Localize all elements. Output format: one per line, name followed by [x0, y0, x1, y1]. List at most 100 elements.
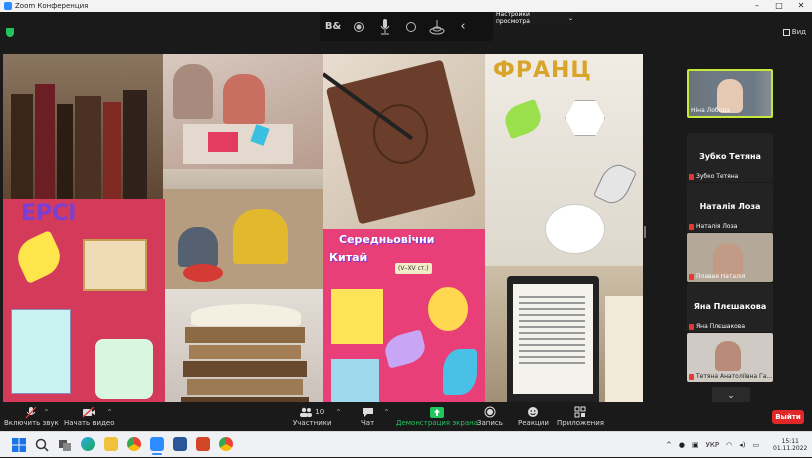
maximize-button[interactable]: □	[768, 0, 790, 12]
window-title: Zoom Конференция	[15, 2, 89, 10]
poster-title: ФРАНЦ	[493, 58, 592, 83]
task-view-icon[interactable]	[58, 437, 72, 451]
mythology-banner-text: ЕРСІ	[21, 201, 77, 226]
audio-options-caret[interactable]: ^	[44, 409, 49, 416]
circle-option-icon[interactable]	[398, 12, 424, 41]
participant-tile[interactable]: Зубко Тетяна Зубко Тетяна	[687, 133, 773, 182]
search-icon[interactable]	[35, 437, 49, 452]
chrome-profile-icon[interactable]	[219, 437, 233, 451]
tray-microphone-icon[interactable]: ●	[679, 441, 685, 449]
participant-tile[interactable]: Тетяна Анатоліївна Га...	[687, 333, 773, 382]
meeting-controls-bar: Включить звук ^ Начать видео ^ 10 Участн…	[0, 402, 812, 431]
participant-name-label: Яна Плєшакова	[689, 323, 745, 330]
shared-screen: ФРАНЦ ЕРСІ Середньовічни Китай (V–XV ст.…	[3, 54, 643, 412]
participant-display-name: Зубко Тетяна	[699, 152, 761, 161]
participants-button[interactable]: 10 Участники	[293, 405, 332, 427]
view-options-dropdown[interactable]: Настройки просмотра ⌄	[493, 11, 573, 25]
share-control-toolbar: B& ‹	[320, 12, 493, 41]
share-screen-button[interactable]: Демонстрация экрана	[396, 405, 478, 427]
chrome-icon[interactable]	[127, 437, 141, 451]
chat-button[interactable]: Чат	[361, 405, 374, 427]
minimize-button[interactable]: –	[746, 0, 768, 12]
muted-mic-icon	[689, 273, 694, 280]
microphone-icon[interactable]	[372, 12, 398, 41]
view-options-label: Настройки просмотра	[496, 11, 530, 25]
windows-start-icon[interactable]	[12, 437, 26, 452]
chat-options-caret[interactable]: ^	[384, 409, 389, 416]
students-writing-photo	[163, 54, 323, 169]
unmute-button[interactable]: Включить звук	[4, 405, 59, 427]
chevron-down-icon: ⌄	[567, 14, 573, 22]
participants-count: 10	[315, 408, 325, 416]
tray-zoom-icon[interactable]: ▣	[692, 441, 699, 449]
clock[interactable]: 15:11 01.11.2022	[773, 432, 807, 458]
participant-display-name: Яна Плєшакова	[693, 302, 767, 311]
encryption-shield-icon[interactable]	[6, 28, 14, 37]
record-dot-icon[interactable]	[346, 12, 372, 41]
wifi-icon[interactable]: ◠	[726, 441, 732, 449]
stacked-books-photo	[165, 289, 323, 412]
classroom-photo	[163, 169, 323, 289]
edge-icon[interactable]	[81, 437, 95, 451]
medieval-china-poster-photo: Середньовічни Китай (V–XV ст.)	[323, 229, 485, 412]
powerpoint-icon[interactable]	[196, 437, 210, 451]
chat-label: Чат	[361, 419, 375, 427]
view-button-label: Вид	[791, 28, 806, 36]
apps-button[interactable]: Приложения	[557, 405, 604, 427]
share-screen-label: Демонстрация экрана	[396, 419, 478, 427]
chevron-left-icon[interactable]: ‹	[450, 12, 476, 41]
windows-taskbar: ^ ● ▣ УКР ◠ ◂) ▭ 15:11 01.11.2022	[0, 431, 812, 457]
zoom-logo-icon	[4, 2, 12, 10]
mythology-poster-photo: ЕРСІ	[3, 199, 165, 412]
smiley-plus-icon	[527, 405, 539, 419]
meeting-area: Вид B& ‹ Настройки просмотра ⌄ ФРАНЦ ЕРС…	[0, 11, 812, 412]
participant-name-label: Тетяна Анатоліївна Га...	[689, 373, 772, 380]
muted-mic-icon	[689, 173, 694, 180]
keyboard-layout[interactable]: УКР	[706, 441, 719, 449]
quill-and-book-photo	[323, 54, 485, 229]
participant-tile[interactable]: Наталія Лоза Наталія Лоза	[687, 183, 773, 232]
apps-label: Приложения	[557, 419, 604, 427]
battery-icon[interactable]: ▭	[752, 441, 759, 449]
panel-resize-handle[interactable]	[644, 226, 646, 238]
clock-date: 01.11.2022	[773, 445, 808, 452]
video-options-caret[interactable]: ^	[107, 409, 112, 416]
muted-mic-icon	[689, 373, 694, 380]
participant-tile[interactable]: Яна Плєшакова Яна Плєшакова	[687, 283, 773, 332]
close-button[interactable]: ✕	[790, 0, 812, 12]
participant-name-label: Плавая Наталія	[689, 273, 745, 280]
chat-icon	[362, 405, 374, 419]
record-button[interactable]: Запись	[477, 405, 503, 427]
chevron-up-icon[interactable]: ^	[666, 441, 672, 449]
view-button[interactable]: Вид	[782, 28, 806, 36]
ereader-photo	[485, 266, 643, 412]
medieval-banner-line1: Середньовічни	[339, 233, 435, 246]
volume-icon[interactable]: ◂)	[739, 441, 745, 449]
participant-video	[713, 243, 743, 277]
word-icon[interactable]	[173, 437, 187, 451]
zoom-icon[interactable]	[150, 437, 164, 455]
apps-icon	[574, 405, 586, 419]
system-tray: ^ ● ▣ УКР ◠ ◂) ▭	[666, 432, 759, 458]
grid-view-icon	[782, 28, 790, 36]
participant-video	[715, 341, 741, 371]
file-explorer-icon[interactable]	[104, 437, 118, 451]
spotlight-icon[interactable]	[424, 12, 450, 41]
participants-options-caret[interactable]: ^	[336, 409, 341, 416]
medieval-banner-line2: Китай	[329, 251, 368, 264]
participant-display-name: Наталія Лоза	[699, 202, 761, 211]
video-off-icon	[82, 405, 96, 419]
participant-tile[interactable]: Плавая Наталія	[687, 233, 773, 282]
leave-meeting-button[interactable]: Выйти	[772, 410, 804, 424]
start-video-label: Начать видео	[64, 419, 115, 427]
reactions-button[interactable]: Реакции	[518, 405, 549, 427]
record-label: Запись	[477, 419, 503, 427]
annotate-icon[interactable]: B&	[320, 12, 346, 41]
participant-tile[interactable]: Ніна Лобода	[687, 69, 773, 118]
participant-name-label: Ніна Лобода	[691, 107, 731, 114]
muted-microphone-icon	[25, 405, 37, 419]
chevron-down-icon: ⌄	[727, 390, 735, 401]
old-books-photo	[3, 54, 163, 199]
participants-icon	[300, 407, 313, 417]
reactions-label: Реакции	[518, 419, 549, 427]
